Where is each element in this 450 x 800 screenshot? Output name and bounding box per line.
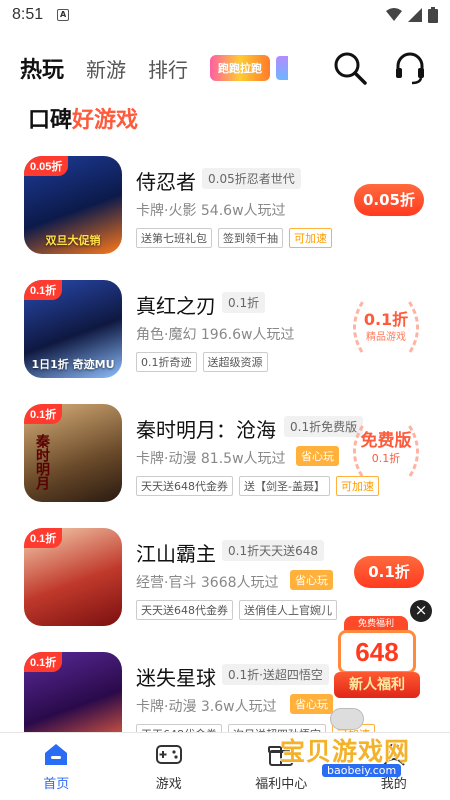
- status-time: 8:51: [12, 6, 44, 23]
- icon-discount-badge: 0.1折: [24, 652, 63, 672]
- tag: 送俏佳人上官婉儿: [239, 600, 337, 620]
- home-icon: [42, 741, 70, 767]
- icon-discount-badge: 0.05折: [24, 156, 69, 176]
- game-meta: 卡牌·火影 54.6w人玩过: [136, 203, 286, 219]
- game-row-qin-moon[interactable]: 0.1折 秦时明月 秦时明月：沧海 0.1折免费版 卡牌·动漫 81.5w人玩过…: [0, 398, 450, 516]
- customer-service-button[interactable]: [388, 40, 432, 96]
- tag: 送【剑圣-盖聂】: [239, 476, 330, 496]
- seal-caption: 精品游戏: [366, 332, 406, 343]
- partial-logo-tab[interactable]: [276, 56, 289, 80]
- notification-a-icon: A: [57, 9, 70, 21]
- easy-play-badge: 省心玩: [290, 570, 333, 590]
- game-icon[interactable]: 0.1折 秦时明月: [24, 404, 122, 502]
- wifi-icon: [386, 8, 402, 21]
- watermark-text: 宝贝游戏网: [280, 737, 411, 766]
- game-name: 迷失星球: [136, 666, 216, 690]
- section-title: 口碑好游戏: [28, 102, 138, 134]
- tag-accelerate: 可加速: [289, 228, 332, 248]
- section-title-highlight: 好游戏: [72, 108, 139, 133]
- game-meta: 卡牌·动漫 81.5w人玩过: [136, 451, 286, 467]
- game-subtitle: 0.1折: [222, 292, 266, 313]
- tag: 0.1折奇迹: [136, 352, 197, 372]
- promo-ribbon: 新人福利: [334, 672, 420, 698]
- game-meta: 卡牌·动漫 3.6w人玩过: [136, 699, 277, 715]
- free-version-seal[interactable]: 免费版 0.1折: [344, 416, 428, 484]
- battery-icon: [428, 7, 438, 23]
- game-name: 秦时明月：沧海: [136, 418, 276, 442]
- game-icon[interactable]: 0.05折 双旦大促销: [24, 156, 122, 254]
- game-logo-tab[interactable]: 跑跑拉跑: [210, 55, 271, 81]
- signal-icon: [408, 8, 422, 22]
- site-watermark: 宝贝游戏网 baobeiy.com: [272, 708, 422, 784]
- newbie-welfare-promo[interactable]: 免费福利 648 新人福利: [334, 616, 420, 706]
- search-icon: [334, 52, 367, 85]
- tab-rank[interactable]: 排行: [148, 54, 188, 83]
- discount-button[interactable]: 0.05折: [354, 184, 424, 216]
- game-subtitle: 0.05折忍者世代: [202, 168, 301, 189]
- gamepad-logo-icon: [330, 708, 364, 730]
- game-tags: 送第七班礼包 签到领千抽 可加速: [136, 228, 332, 248]
- game-meta: 角色·魔幻 196.6w人玩过: [136, 327, 295, 343]
- game-name: 真红之刃: [136, 294, 216, 318]
- icon-discount-badge: 0.1折: [24, 404, 63, 424]
- tab-new[interactable]: 新游: [86, 54, 126, 83]
- easy-play-badge: 省心玩: [290, 694, 333, 714]
- headset-icon: [396, 52, 424, 85]
- game-row-shinobi[interactable]: 0.05折 双旦大促销 侍忍者 0.05折忍者世代 卡牌·火影 54.6w人玩过…: [0, 150, 450, 268]
- status-bar: 8:51 A: [0, 0, 450, 30]
- section-title-prefix: 口碑: [28, 108, 73, 133]
- top-nav: 热玩 新游 排行 跑跑拉跑: [0, 40, 450, 96]
- seal-value: 免费版: [360, 431, 412, 451]
- seal-caption: 0.1折: [371, 452, 401, 465]
- game-tags: 天天送648代金券 送【剑圣-盖聂】 可加速: [136, 476, 379, 496]
- game-icon[interactable]: 0.1折: [24, 528, 122, 626]
- icon-discount-badge: 0.1折: [24, 528, 63, 548]
- gamepad-icon: [155, 741, 183, 767]
- watermark-url: baobeiy.com: [322, 764, 402, 777]
- icon-caption: 双旦大促销: [45, 234, 101, 247]
- tag: 签到领千抽: [218, 228, 283, 248]
- game-subtitle: 0.1折·送超四悟空: [222, 664, 329, 685]
- nav-home-label: 首页: [43, 777, 70, 792]
- easy-play-badge: 省心玩: [296, 446, 339, 466]
- game-row-crimson-blade[interactable]: 0.1折 1日1折 奇迹MU 真红之刃 0.1折 角色·魔幻 196.6w人玩过…: [0, 274, 450, 392]
- tag: 送第七班礼包: [136, 228, 212, 248]
- game-name: 江山霸主: [136, 542, 216, 566]
- game-icon[interactable]: 0.1折 1日1折 奇迹MU: [24, 280, 122, 378]
- game-tags: 0.1折奇迹 送超级资源: [136, 352, 268, 372]
- game-tags: 天天送648代金券 送俏佳人上官婉儿: [136, 600, 337, 620]
- icon-discount-badge: 0.1折: [24, 280, 63, 300]
- status-icons: [386, 7, 438, 23]
- icon-caption: 1日1折 奇迹MU: [31, 358, 115, 371]
- tag: 送超级资源: [202, 352, 268, 372]
- tab-hot[interactable]: 热玩: [20, 52, 64, 84]
- icon-caption: 秦时明月: [34, 434, 50, 490]
- promo-amount: 648: [338, 630, 416, 674]
- nav-home[interactable]: 首页: [0, 733, 113, 800]
- tag: 天天送648代金券: [136, 600, 233, 620]
- discount-seal[interactable]: 0.1折 精品游戏: [344, 292, 428, 360]
- game-subtitle: 0.1折天天送648: [222, 540, 324, 561]
- nav-games-label: 游戏: [155, 777, 182, 792]
- tag: 天天送648代金券: [136, 476, 233, 496]
- nav-games[interactable]: 游戏: [113, 733, 226, 800]
- game-meta: 经营·官斗 3668人玩过: [136, 575, 279, 591]
- discount-button[interactable]: 0.1折: [354, 556, 424, 588]
- search-button[interactable]: [328, 40, 372, 96]
- seal-value: 0.1折: [363, 310, 409, 329]
- game-name: 侍忍者: [136, 170, 196, 194]
